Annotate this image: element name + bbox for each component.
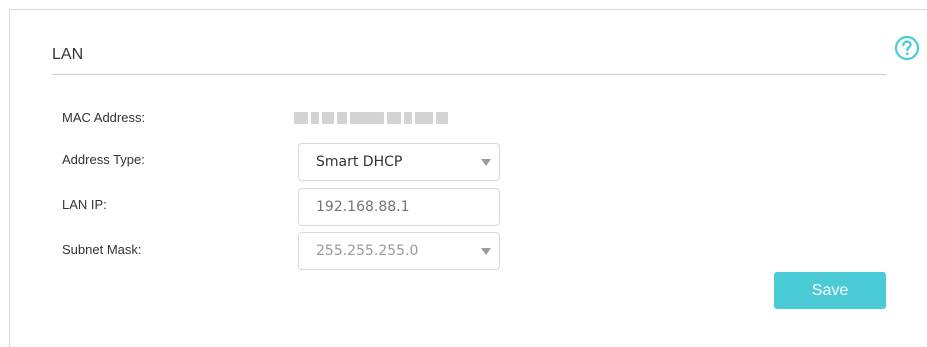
lan-ip-label: LAN IP:: [62, 197, 107, 212]
lan-ip-input[interactable]: [316, 199, 499, 215]
subnet-mask-value: 255.255.255.0: [316, 243, 419, 259]
address-type-select[interactable]: Smart DHCP: [298, 143, 500, 181]
subnet-mask-label: Subnet Mask:: [62, 242, 142, 257]
lan-ip-field-wrapper: [298, 188, 500, 226]
section-divider: [52, 74, 886, 75]
mac-address-value-redacted: [294, 111, 468, 125]
chevron-down-icon: [481, 248, 491, 255]
address-type-value: Smart DHCP: [316, 154, 403, 170]
section-title: LAN: [52, 46, 84, 63]
address-type-label: Address Type:: [62, 152, 145, 167]
help-icon[interactable]: [894, 35, 920, 61]
subnet-mask-select[interactable]: 255.255.255.0: [298, 232, 500, 270]
chevron-down-icon: [481, 159, 491, 166]
mac-address-label: MAC Address:: [62, 110, 146, 125]
save-button[interactable]: Save: [774, 272, 886, 309]
question-circle-icon: [894, 35, 920, 61]
